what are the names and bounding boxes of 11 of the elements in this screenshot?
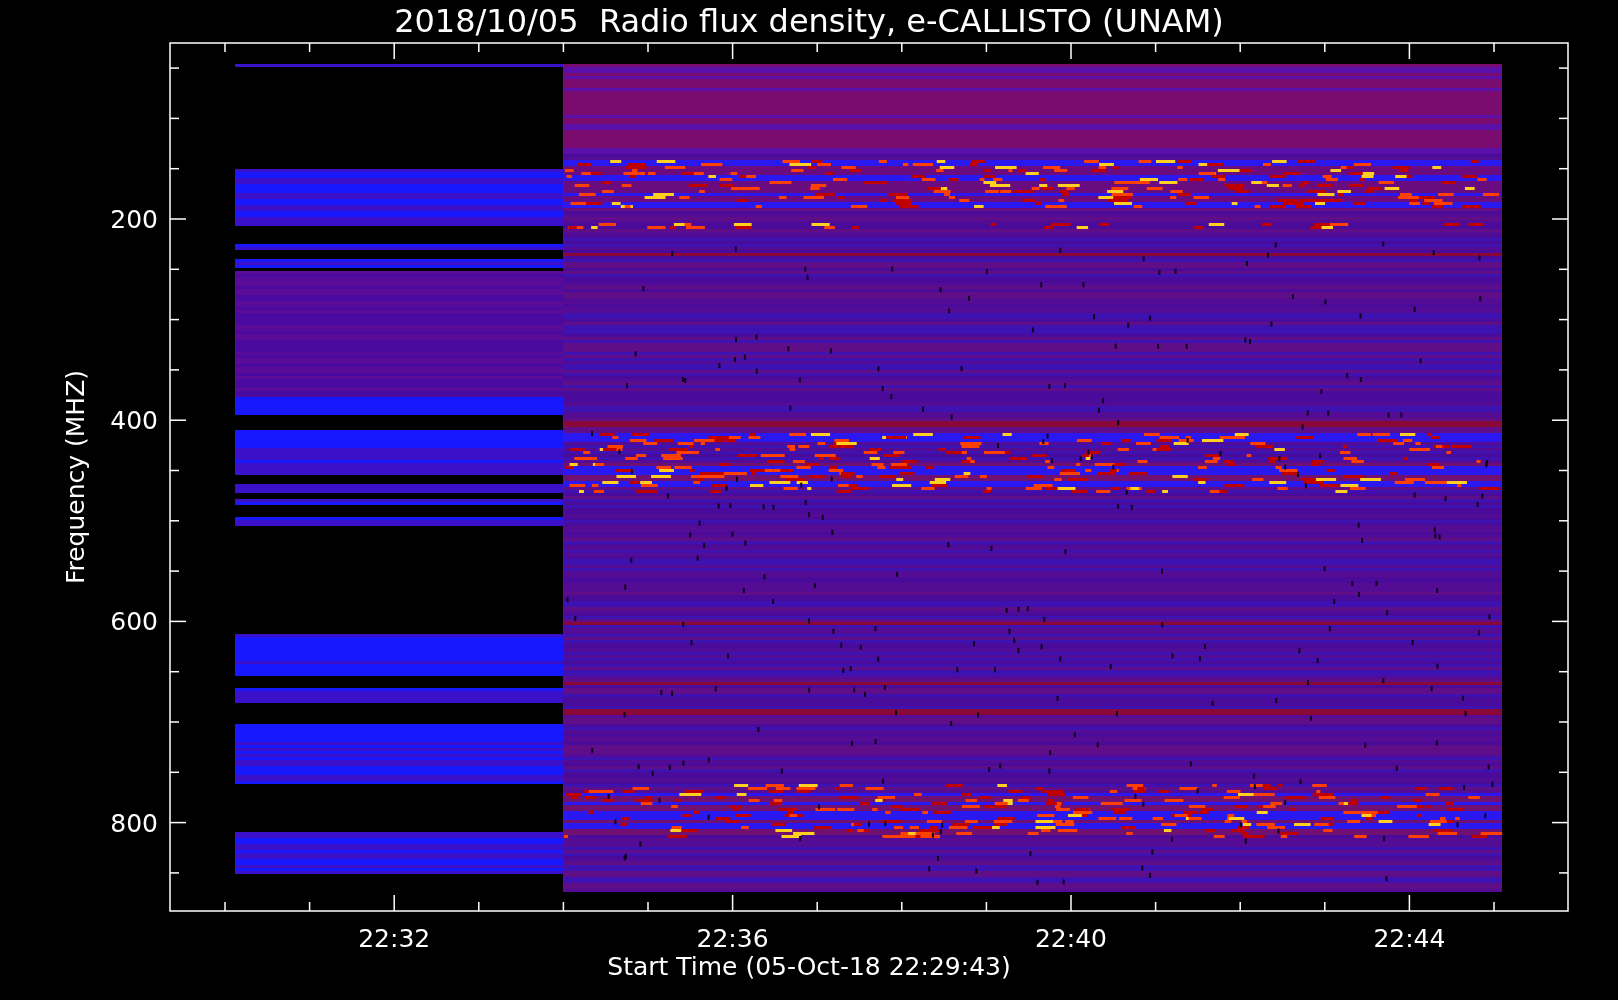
y-tick-label: 800 <box>110 808 158 838</box>
x-tick-label: 22:40 <box>1035 924 1107 953</box>
y-axis-label: Frequency (MHZ) <box>61 369 90 585</box>
y-tick-label: 400 <box>110 406 158 436</box>
y-tick-label: 200 <box>110 205 158 234</box>
y-tick-label: 600 <box>110 607 158 637</box>
x-tick-label: 22:44 <box>1373 924 1446 953</box>
x-tick-label: 22:32 <box>358 924 431 953</box>
x-axis-label: Start Time (05-Oct-18 22:29:43) <box>607 952 1011 981</box>
x-tick-label: 22:36 <box>696 924 769 953</box>
plot-title: 2018/10/05 Radio flux density, e-CALLISTO (UNAM) <box>394 2 1224 40</box>
